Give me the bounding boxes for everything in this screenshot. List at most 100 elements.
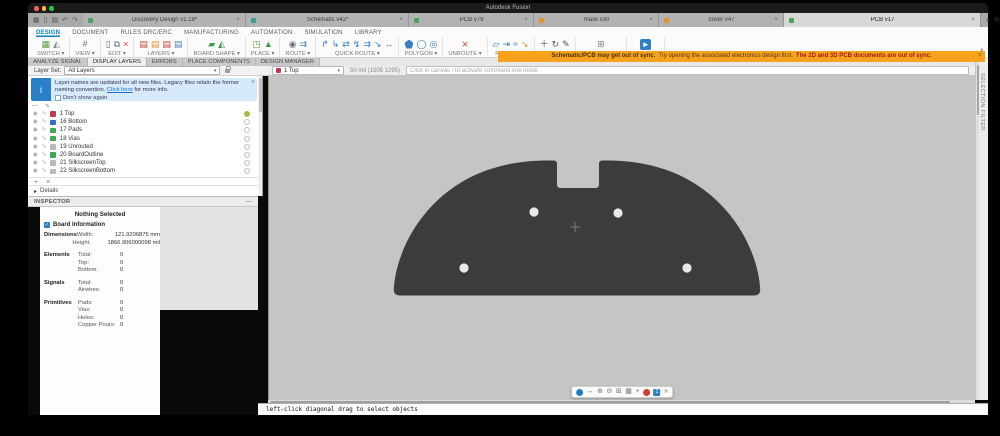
current-layer-indicator[interactable]: [244, 111, 250, 117]
tool-group-label[interactable]: UNROUTE ▾: [448, 51, 481, 57]
save-icon[interactable]: ▤: [51, 16, 58, 24]
panel-tab-errors[interactable]: ERRORS: [147, 58, 183, 66]
rework-shape-icon[interactable]: ▱: [493, 39, 500, 49]
active-layer-dropdown[interactable]: 1 Top ▾: [272, 66, 344, 76]
add-tab-icon[interactable]: +: [986, 17, 990, 24]
edit-layer-icon[interactable]: ✎: [42, 119, 47, 125]
edit-layer-icon[interactable]: ✎: [42, 168, 47, 174]
board-information-toggle[interactable]: ✓ Board Information: [40, 222, 160, 228]
document-tab-6[interactable]: PCB v17×: [784, 13, 981, 27]
close-tab-icon[interactable]: ×: [399, 17, 403, 23]
close-tab-icon[interactable]: ×: [649, 17, 653, 23]
layer-color-swatch[interactable]: [50, 111, 56, 117]
ribbon-tab-rules-drc-erc[interactable]: RULES DRC/ERC: [120, 29, 172, 37]
rework-meander-icon[interactable]: ≈: [513, 39, 518, 49]
polygon-icon[interactable]: [404, 40, 413, 49]
ribbon-tab-document[interactable]: DOCUMENT: [72, 29, 108, 37]
layer-indicator[interactable]: [244, 152, 250, 158]
visibility-column-icon[interactable]: —: [32, 103, 38, 109]
layer-row-pads[interactable]: ◉✎17 Pads: [28, 126, 256, 134]
grid-view-icon[interactable]: #: [83, 39, 88, 49]
rework-slant-icon[interactable]: ↘: [521, 39, 529, 49]
quick-route-swap-icon[interactable]: ⇄: [342, 39, 350, 49]
switch-board-icon[interactable]: ▦: [41, 39, 50, 49]
visibility-eye-icon[interactable]: ◉: [33, 144, 38, 150]
tool-group-label[interactable]: VIEW ▾: [75, 51, 94, 57]
ribbon-tab-simulation[interactable]: SIMULATION: [304, 29, 342, 37]
layer-set-dropdown[interactable]: All Layers ▾: [64, 66, 220, 75]
layer-row-silkscreentop[interactable]: ◉✎21 SilkscreenTop: [28, 159, 256, 167]
layer-color-swatch[interactable]: [50, 136, 56, 142]
layer-row-namestop[interactable]: ◉✎23 NamesTop: [28, 176, 256, 177]
zoom-in-icon[interactable]: ⊕: [597, 388, 603, 396]
layer-row-unrouted[interactable]: ◉✎19 Unrouted: [28, 143, 256, 151]
layer-color-swatch[interactable]: [50, 152, 56, 158]
visibility-eye-icon[interactable]: ◉: [33, 168, 38, 174]
pcb-canvas[interactable]: ↔⊕⊖⊞▦+1»: [268, 76, 975, 400]
rotate-icon[interactable]: ↻: [552, 39, 560, 49]
layer-color-swatch[interactable]: [50, 160, 56, 166]
layer-row-silkscreenbottom[interactable]: ◉✎22 SilkscreenBottom: [28, 167, 256, 175]
visibility-eye-icon[interactable]: ◉: [33, 136, 38, 142]
visibility-eye-icon[interactable]: ◉: [33, 152, 38, 158]
layers-scrollbar[interactable]: [258, 76, 262, 196]
add-view-icon[interactable]: +: [635, 388, 639, 396]
close-tab-icon[interactable]: ×: [524, 17, 528, 23]
layer-color-swatch[interactable]: [50, 169, 56, 175]
document-tab-2[interactable]: Schematic v42*×: [246, 13, 409, 27]
close-tab-icon[interactable]: ×: [774, 17, 778, 23]
rework-extend-icon[interactable]: ⇥: [503, 39, 511, 49]
edit-layer-icon[interactable]: ✎: [42, 111, 47, 117]
quick-route-down-icon[interactable]: ↳: [332, 39, 340, 49]
board-outline-icon[interactable]: ▰: [208, 39, 215, 49]
place-component-icon[interactable]: ◳: [252, 39, 261, 49]
dont-show-again-checkbox[interactable]: Don't show again: [55, 95, 253, 101]
redo-icon[interactable]: ↷: [72, 16, 78, 24]
document-tab-3[interactable]: PCB v79×: [409, 13, 534, 27]
pan-icon[interactable]: ↔: [587, 388, 594, 396]
quick-route-span-icon[interactable]: ↔: [384, 39, 393, 49]
close-tab-icon[interactable]: ×: [236, 17, 240, 23]
tool-group-label[interactable]: LAYERS ▾: [147, 51, 174, 57]
shortcuts-icon[interactable]: ⊞: [597, 39, 605, 49]
layer-row-vias[interactable]: ◉✎18 Vias: [28, 135, 256, 143]
ribbon-tab-manufacturing[interactable]: MANUFACTURING: [184, 29, 239, 37]
edit-pencil-icon[interactable]: ✎: [562, 39, 570, 49]
visibility-eye-icon[interactable]: ◉: [33, 160, 38, 166]
copy-icon[interactable]: ⧉: [114, 39, 120, 49]
board-corner-icon[interactable]: ◭: [218, 39, 225, 49]
layer-indicator[interactable]: [244, 136, 250, 142]
minimize-panel-icon[interactable]: —: [246, 199, 252, 205]
document-tab-5[interactable]: cover v47×: [659, 13, 784, 27]
layer-blue-icon[interactable]: ▤: [174, 39, 183, 49]
tool-group-label[interactable]: PLACE ▾: [251, 51, 275, 57]
banner-close-icon[interactable]: ×: [978, 52, 982, 59]
menu-grid-icon[interactable]: ▦: [33, 16, 40, 24]
quick-route-pair-icon[interactable]: ⇉: [363, 39, 371, 49]
layer-red2-icon[interactable]: ▤: [162, 39, 171, 49]
edit-layer-icon[interactable]: ✎: [42, 136, 47, 142]
layer-color-swatch[interactable]: [50, 144, 56, 150]
command-line-input[interactable]: [406, 66, 969, 76]
grid-toggle-icon[interactable]: ▦: [625, 388, 632, 396]
tool-group-label[interactable]: BOARD SHAPE ▾: [193, 51, 239, 57]
zoom-window-icon[interactable]: ⊞: [616, 388, 622, 396]
layer-color-swatch[interactable]: [50, 128, 56, 134]
zoom-out-icon[interactable]: ⊖: [607, 388, 613, 396]
panel-tab-design-manager[interactable]: DESIGN MANAGER: [256, 58, 320, 66]
panel-tab-display-layers[interactable]: DISPLAY LAYERS: [88, 58, 147, 66]
panel-tab-place-components[interactable]: PLACE COMPONENTS: [183, 58, 256, 66]
ribbon-tab-design[interactable]: DESIGN: [36, 29, 60, 37]
layer-orange-icon[interactable]: ▤: [151, 39, 160, 49]
record-icon[interactable]: [643, 389, 650, 396]
tool-group-label[interactable]: ROUTE ▾: [285, 51, 310, 57]
visibility-eye-icon[interactable]: ◉: [33, 119, 38, 125]
ribbon-tab-library[interactable]: LIBRARY: [355, 29, 382, 37]
quick-route-up-icon[interactable]: ↱: [321, 39, 329, 49]
visibility-eye-icon[interactable]: ◉: [33, 111, 38, 117]
layer-indicator[interactable]: [244, 127, 250, 133]
panel-tab-analyze-signal[interactable]: ANALYZE SIGNAL: [28, 58, 88, 66]
delete-icon[interactable]: ×: [123, 39, 128, 49]
sync-icon[interactable]: ↻: [994, 16, 1000, 24]
place-marker-icon[interactable]: ▲: [264, 39, 273, 49]
